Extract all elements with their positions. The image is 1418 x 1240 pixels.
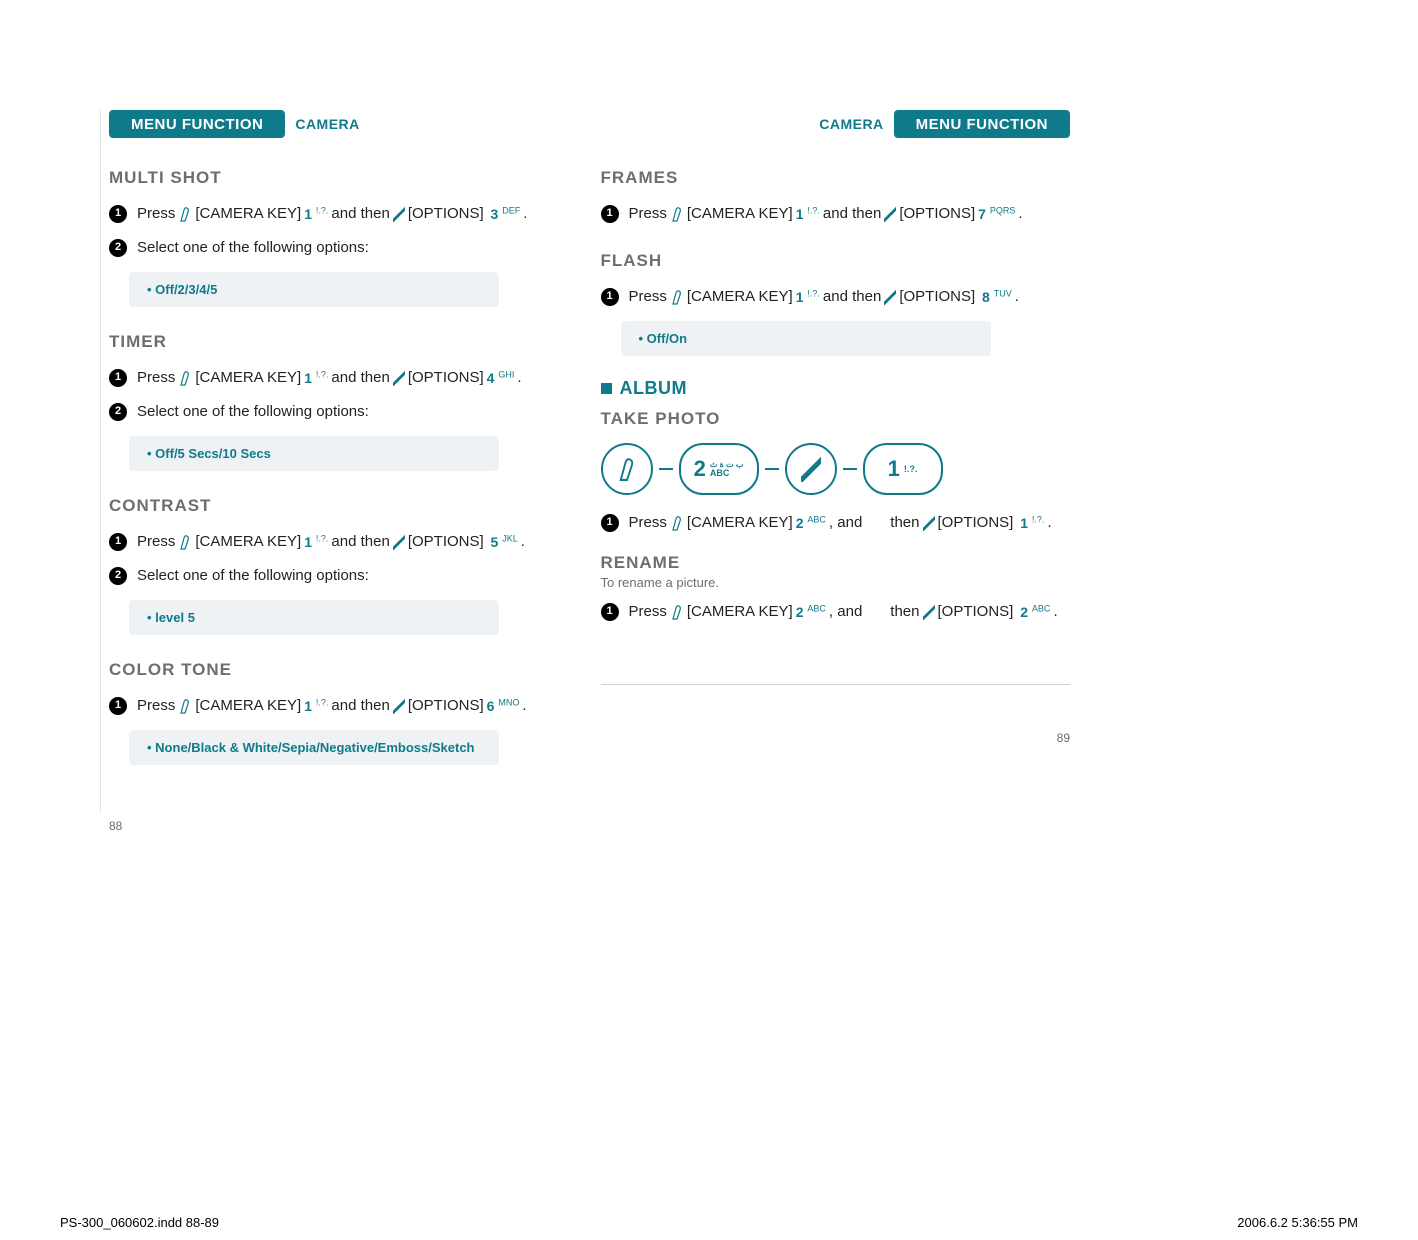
key-1: 1 !.?. (796, 203, 820, 225)
key-6: 6 MNO (487, 695, 520, 717)
footer-indd: PS-300_060602.indd 88-89 (60, 1215, 219, 1230)
rename-step-1: 1 Press [CAMERA KEY] 2 ABC , and then [O… (601, 600, 1071, 624)
bullet-2-icon: 2 (109, 403, 127, 421)
header-left: MENU FUNCTION CAMERA (109, 110, 579, 138)
bullet-2-icon: 2 (109, 567, 127, 585)
frames-step-1: 1 Press [CAMERA KEY] 1 !.?. and then [OP… (601, 202, 1071, 226)
contrast-step-2: 2 Select one of the following options: (109, 564, 579, 588)
camera-subtitle: CAMERA (295, 110, 359, 138)
colortone-step-1: 1 Press [CAMERA KEY] 1 !.?. and then [OP… (109, 694, 579, 718)
camera-key-icon (670, 206, 684, 222)
rename-title: RENAME (601, 553, 1071, 573)
options-circle-icon (785, 443, 837, 495)
key-5: 5 JKL (487, 531, 518, 553)
key-3: 3 DEF (487, 203, 521, 225)
key-1: 1 !.?. (1016, 512, 1044, 534)
options-icon (393, 534, 405, 550)
rename-desc: To rename a picture. (601, 575, 1071, 590)
camera-key-icon (670, 604, 684, 620)
camera-key-icon (178, 698, 192, 714)
camera-key-icon (178, 206, 192, 222)
camera-key-circle-icon (601, 443, 653, 495)
key-sequence-diagram: 2 ب ت ة ثABC 1 !.?. (601, 443, 1071, 495)
options-icon (923, 604, 935, 620)
camera-key-icon (670, 289, 684, 305)
page-89: CAMERA MENU FUNCTION FRAMES 1 Press [CAM… (601, 110, 1071, 813)
timer-title: TIMER (109, 332, 579, 352)
footer: PS-300_060602.indd 88-89 2006.6.2 5:36:5… (60, 1215, 1358, 1230)
hotkey-1: 1 !.?. (863, 443, 943, 495)
key-4: 4 GHI (487, 367, 515, 389)
takephoto-title: TAKE PHOTO (601, 409, 1071, 429)
key-7: 7 PQRS (978, 203, 1015, 225)
flash-step-1: 1 Press [CAMERA KEY] 1 !.?. and then [OP… (601, 285, 1071, 309)
frames-title: FRAMES (601, 168, 1071, 188)
options-icon (884, 289, 896, 305)
key-2: 2 ABC (796, 512, 826, 534)
hotkey-2: 2 ب ت ة ثABC (679, 443, 759, 495)
multishot-step-1: 1 Press [CAMERA KEY] 1 !.?. and then [OP… (109, 202, 579, 226)
key-1: 1 !.?. (304, 695, 328, 717)
album-heading: ALBUM (601, 378, 1071, 399)
dash-icon (765, 468, 779, 470)
bullet-2-icon: 2 (109, 239, 127, 257)
page-88: MENU FUNCTION CAMERA MULTI SHOT 1 Press … (100, 110, 579, 813)
camera-key-icon (670, 515, 684, 531)
timer-step-1: 1 Press [CAMERA KEY] 1 !.?. and then [OP… (109, 366, 579, 390)
dash-icon (659, 468, 673, 470)
multishot-options-box: Off/2/3/4/5 (129, 272, 499, 307)
contrast-step-1: 1 Press [CAMERA KEY] 1 !.?. and then [OP… (109, 530, 579, 554)
bullet-1-icon: 1 (109, 697, 127, 715)
key-2: 2 ABC (1016, 601, 1050, 623)
key-2: 2 ABC (796, 601, 826, 623)
contrast-options-box: level 5 (129, 600, 499, 635)
page-number-right: 89 (1057, 731, 1070, 745)
multishot-step-2: 2 Select one of the following options: (109, 236, 579, 260)
timer-step-2: 2 Select one of the following options: (109, 400, 579, 424)
options-icon (393, 206, 405, 222)
flash-options-box: Off/On (621, 321, 991, 356)
timer-options-box: Off/5 Secs/10 Secs (129, 436, 499, 471)
key-8: 8 TUV (978, 286, 1012, 308)
contrast-title: CONTRAST (109, 496, 579, 516)
bullet-1-icon: 1 (601, 514, 619, 532)
bullet-1-icon: 1 (109, 369, 127, 387)
camera-key-icon (178, 370, 192, 386)
colortone-title: COLOR TONE (109, 660, 579, 680)
page-number-left: 88 (109, 819, 122, 833)
options-icon (884, 206, 896, 222)
key-1: 1 !.?. (796, 286, 820, 308)
slash-icon (801, 456, 821, 482)
bullet-1-icon: 1 (109, 205, 127, 223)
flash-title: FLASH (601, 251, 1071, 271)
camera-subtitle: CAMERA (819, 110, 883, 138)
key-1: 1 !.?. (304, 367, 328, 389)
footer-date: 2006.6.2 5:36:55 PM (1237, 1215, 1358, 1230)
key-1: 1 !.?. (304, 203, 328, 225)
options-icon (923, 515, 935, 531)
bullet-1-icon: 1 (601, 288, 619, 306)
multishot-title: MULTI SHOT (109, 168, 579, 188)
key-1: 1 !.?. (304, 531, 328, 553)
bullet-1-icon: 1 (601, 205, 619, 223)
options-icon (393, 370, 405, 386)
square-bullet-icon (601, 383, 612, 394)
camera-key-icon (178, 534, 192, 550)
rule (601, 684, 1071, 685)
album-step-1: 1 Press [CAMERA KEY] 2 ABC , and then [O… (601, 511, 1071, 535)
menu-function-badge: MENU FUNCTION (109, 110, 285, 138)
menu-function-badge: MENU FUNCTION (894, 110, 1070, 138)
dash-icon (843, 468, 857, 470)
bullet-1-icon: 1 (109, 533, 127, 551)
bullet-1-icon: 1 (601, 603, 619, 621)
colortone-options-box: None/Black & White/Sepia/Negative/Emboss… (129, 730, 499, 765)
header-right: CAMERA MENU FUNCTION (601, 110, 1071, 138)
options-icon (393, 698, 405, 714)
